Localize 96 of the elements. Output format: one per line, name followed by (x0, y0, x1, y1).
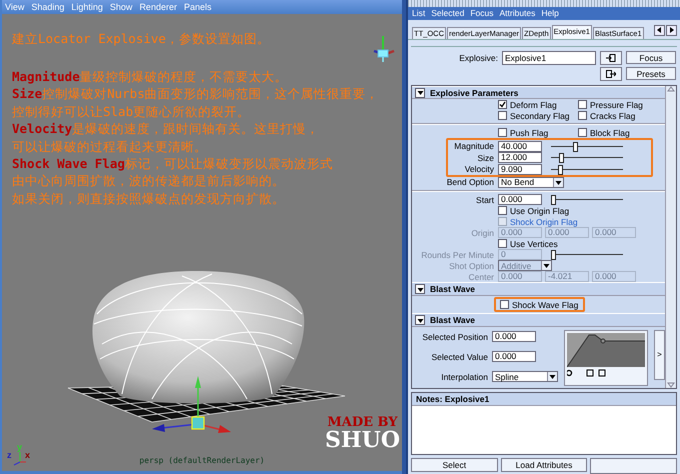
section-header[interactable]: Blast Wave (412, 313, 665, 327)
input-connection-icon[interactable] (600, 50, 622, 65)
menu-item[interactable]: Focus (470, 8, 494, 18)
slider-thumb[interactable] (558, 164, 563, 175)
section-title: Blast Wave (430, 315, 476, 326)
annotation-text: Size控制爆破对Nurbs曲面变形的影响范围，这个属性很重要， (12, 85, 380, 103)
expand-button[interactable]: > (654, 330, 665, 380)
slider-thumb[interactable] (572, 142, 578, 152)
collapse-toggle-icon[interactable] (415, 284, 425, 294)
number-field[interactable]: 40.000 (498, 140, 542, 152)
annotation-text: Shock Wave Flag标记，可以让爆破变形以震动波形式 (12, 155, 334, 172)
checkbox-label: Shock Origin Flag (510, 216, 578, 227)
viewport[interactable] (2, 14, 402, 471)
menu-item[interactable]: List (412, 8, 426, 18)
caret-icon (547, 372, 557, 382)
scroll-up-icon[interactable] (667, 86, 675, 92)
scroll-left-icon[interactable] (654, 24, 665, 36)
field-label: Velocity (464, 164, 495, 174)
node-name-field[interactable]: Explosive1 (502, 50, 596, 65)
dropdown[interactable]: Spline (492, 371, 558, 382)
checkbox-label: Deform Flag (510, 100, 557, 110)
number-field[interactable]: 0.000 (492, 351, 536, 362)
checkbox-label: Block Flag (590, 128, 630, 138)
menu-item[interactable]: Selected (431, 8, 464, 18)
ramp-graph[interactable] (564, 330, 648, 386)
checkbox[interactable] (578, 128, 587, 138)
axis-label: x (25, 450, 30, 460)
collapse-toggle-icon[interactable] (415, 88, 425, 98)
section-title: Explosive Parameters (430, 88, 518, 98)
number-field[interactable]: 9.090 (498, 164, 542, 175)
dropdown[interactable]: No Bend (498, 176, 564, 188)
checkbox-label: Pressure Flag (590, 100, 643, 110)
field-label: Magnitude (454, 141, 495, 152)
checkbox-label: Push Flag (510, 128, 548, 138)
notes-title: Notes: Explosive1 (412, 393, 676, 406)
field-label: Size (477, 152, 495, 163)
axis-label: z (7, 450, 12, 460)
bottom-button[interactable]: Load Attributes (500, 458, 588, 472)
field-label: Interpolation (441, 372, 489, 382)
checkbox[interactable] (498, 128, 507, 138)
field-label: Start (476, 194, 495, 204)
menu-item[interactable]: Attributes (499, 8, 536, 18)
menu-item[interactable]: Help (541, 8, 559, 18)
checkbox[interactable] (578, 100, 587, 110)
checkbox-label: Use Origin Flag (510, 206, 570, 216)
number-field[interactable]: 0.000 (492, 331, 536, 342)
field-label: Bend Option (446, 177, 495, 188)
number-field[interactable]: 0.000 (498, 194, 542, 205)
annotation-text: 建立Locator Explosive，参数设置如图。 (12, 31, 271, 48)
bottom-button[interactable]: Select (411, 458, 498, 472)
collapse-toggle-icon[interactable] (415, 315, 425, 326)
section-header[interactable]: Explosive Parameters (412, 86, 665, 100)
checkbox-label: Use Vertices (510, 238, 558, 249)
signature-text: MADE BY (327, 416, 398, 429)
signature-text: SHUO (324, 429, 400, 451)
axis-indicator-icon (14, 452, 26, 466)
scroll-right-icon[interactable] (666, 24, 677, 36)
notes-field[interactable] (412, 406, 676, 454)
caret-icon (553, 178, 563, 187)
number-field[interactable]: 12.000 (498, 152, 542, 164)
field-label: Explosive: (459, 52, 498, 63)
field-label: Selected Position (422, 332, 489, 342)
field-label: Rounds Per Minute (421, 250, 495, 260)
checkbox[interactable] (498, 206, 507, 216)
field-label: Origin (471, 228, 495, 238)
annotation-text: 可以让爆破的过程看起来更清晰。 (12, 138, 208, 156)
checkbox-label: Cracks Flag (590, 110, 636, 121)
view-cube-drawing (374, 36, 394, 62)
field-label: Selected Value (431, 352, 489, 362)
checkbox-label: Shock Wave Flag (512, 300, 578, 310)
checkbox[interactable] (498, 100, 507, 110)
field-label: Center (468, 272, 495, 282)
output-connection-icon[interactable] (600, 66, 622, 81)
annotation-text: Velocity是爆破的速度，跟时间轴有关。这里打慢， (12, 120, 320, 138)
field-label: Shot Option (449, 260, 495, 271)
bottom-button[interactable] (590, 458, 678, 474)
axis-label: y (17, 442, 22, 452)
presets-button[interactable]: Presets (626, 67, 676, 80)
focus-button[interactable]: Focus (626, 51, 676, 64)
checkbox[interactable] (500, 300, 509, 310)
checkbox-label: Secondary Flag (510, 110, 570, 121)
section-header[interactable]: Blast Wave (412, 282, 665, 296)
annotation-text: 由中心向周围扩散，波的传递都是前后影响的。 (12, 172, 286, 190)
scroll-down-icon[interactable] (667, 382, 675, 388)
checkbox[interactable] (498, 111, 507, 120)
caret-icon (541, 261, 551, 270)
slider-thumb[interactable] (558, 153, 564, 164)
checkbox[interactable] (578, 111, 587, 120)
checkbox[interactable] (498, 239, 507, 248)
camera-label: persp (defaultRenderLayer) (139, 456, 265, 465)
scrollbar[interactable] (665, 86, 676, 388)
section-title: Blast Wave (430, 284, 476, 294)
annotation-text: 如果关闭，则直接按照爆破点的发现方向扩散。 (12, 190, 286, 208)
annotation-text: Magnitude量级控制爆破的程度，不需要太大。 (12, 68, 289, 86)
annotation-text: 控制得好可以让Slab更随心所欲的裂开。 (12, 102, 252, 120)
slider-thumb[interactable] (551, 195, 556, 205)
